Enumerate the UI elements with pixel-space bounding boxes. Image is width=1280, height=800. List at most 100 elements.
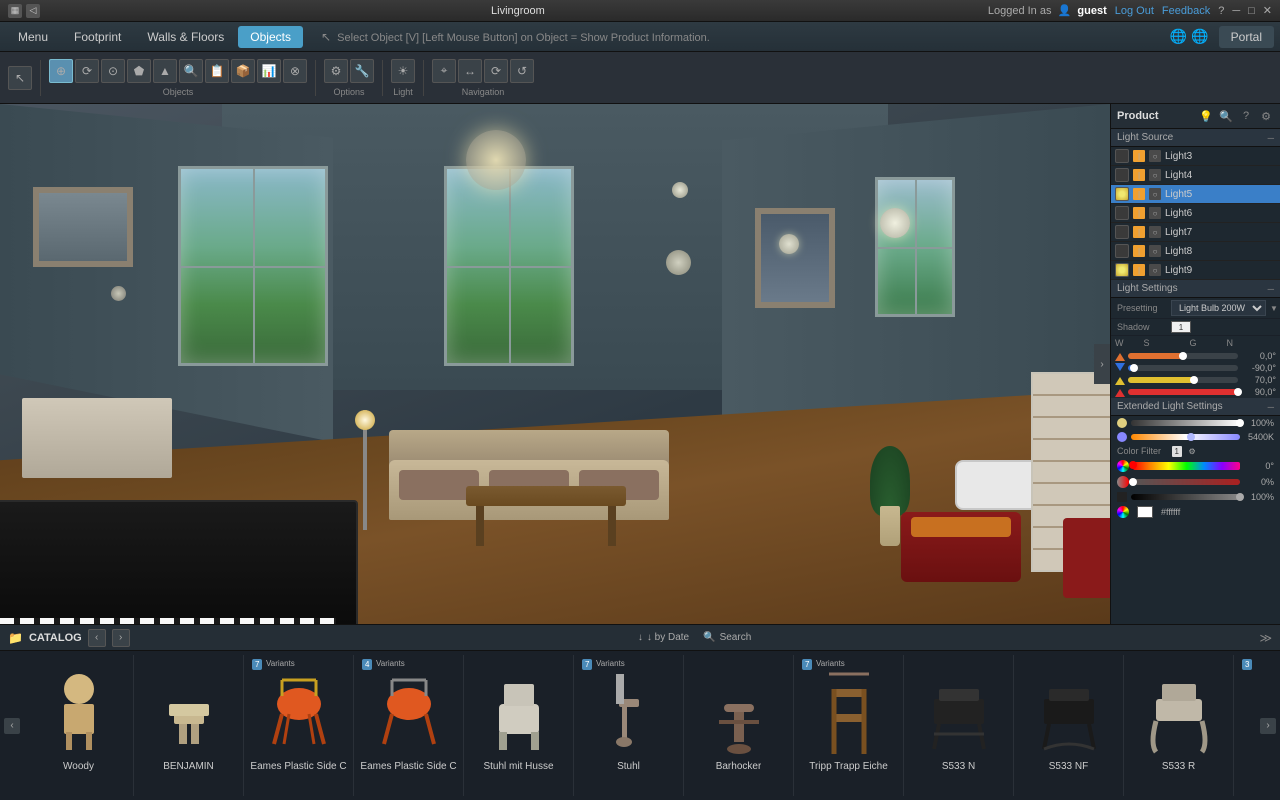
light-item-light4[interactable]: | ○ Light4 xyxy=(1111,166,1280,185)
catalog-item-s533n[interactable]: S533 N xyxy=(904,655,1014,796)
light-item-light6[interactable]: | ○ Light6 xyxy=(1111,204,1280,223)
snap-btn[interactable]: 📦 xyxy=(231,59,255,83)
presetting-select[interactable]: Light Bulb 200W xyxy=(1171,300,1266,316)
panel-icon-help[interactable]: ? xyxy=(1238,108,1254,124)
catalog-item-panton[interactable]: 3 Variants Panton Chair xyxy=(1234,655,1256,796)
light8-toggle[interactable]: | xyxy=(1133,245,1145,257)
sort-by-date-btn[interactable]: ↓ ↓ by Date xyxy=(638,632,689,643)
win-max[interactable]: □ xyxy=(1248,5,1255,17)
light-item-light3[interactable]: | ○ Light3 xyxy=(1111,147,1280,166)
stuhl-husse-preview xyxy=(474,659,564,759)
feedback-btn[interactable]: Feedback xyxy=(1162,5,1210,17)
light6-toggle[interactable]: | xyxy=(1133,207,1145,219)
scale-btn[interactable]: ⊙ xyxy=(101,59,125,83)
mirror-btn[interactable]: ⬟ xyxy=(127,59,151,83)
light-list: | ○ Light3 | ○ Light4 | ○ Light5 xyxy=(1111,147,1280,280)
catalog-item-barhocker[interactable]: Barhocker xyxy=(684,655,794,796)
objects-btn[interactable]: Objects xyxy=(238,26,303,48)
catalog-item-woody[interactable]: Woody xyxy=(24,655,134,796)
light7-toggle2[interactable]: ○ xyxy=(1149,226,1161,238)
portal-btn[interactable]: Portal xyxy=(1219,26,1274,48)
panel-icon-settings[interactable]: ⚙ xyxy=(1258,108,1274,124)
align-btn[interactable]: 📊 xyxy=(257,59,281,83)
catalog-item-eames-2[interactable]: 4 Variants Eames Plastic Side C xyxy=(354,655,464,796)
light6-toggle2[interactable]: ○ xyxy=(1149,207,1161,219)
catalog-scroll-right-btn[interactable]: › xyxy=(1260,718,1276,734)
options-btn-2[interactable]: 🔧 xyxy=(350,59,374,83)
win-close[interactable]: ✕ xyxy=(1263,4,1272,17)
toolbar-separator-4 xyxy=(423,60,424,96)
angle-row-3: 70,0° xyxy=(1111,374,1280,386)
light-btn[interactable]: ☀ xyxy=(391,59,415,83)
footprint-btn[interactable]: Footprint xyxy=(62,26,133,48)
catalog-scroll-left-btn[interactable]: ‹ xyxy=(4,718,20,734)
options-btn-1[interactable]: ⚙ xyxy=(324,59,348,83)
catalog-search-btn[interactable]: 🔍 Search xyxy=(703,632,751,643)
panel-collapse-arrow[interactable]: › xyxy=(1094,344,1110,384)
catalog-item-s533r[interactable]: S533 R xyxy=(1124,655,1234,796)
catalog-item-benjamin[interactable]: BENJAMIN xyxy=(134,655,244,796)
angle-s-label: S xyxy=(1144,338,1150,348)
light4-toggle[interactable]: | xyxy=(1133,169,1145,181)
walls-floors-btn[interactable]: Walls & Floors xyxy=(135,26,236,48)
help-btn[interactable]: ? xyxy=(1218,5,1224,17)
ext-light-collapse[interactable]: ─ xyxy=(1268,402,1274,412)
catalog-item-tripp-trapp[interactable]: 7 Variants Tripp Trapp Eiche xyxy=(794,655,904,796)
light3-toggle[interactable]: | xyxy=(1133,150,1145,162)
light5-toggle2[interactable]: ○ xyxy=(1149,188,1161,200)
globe-icon-1[interactable]: 🌐 xyxy=(1170,28,1187,45)
logout-btn[interactable]: Log Out xyxy=(1115,5,1154,17)
artwork-2 xyxy=(755,208,835,308)
delete-btn[interactable]: ⊗ xyxy=(283,59,307,83)
saturation-slider[interactable] xyxy=(1133,479,1240,485)
light5-toggle[interactable]: | xyxy=(1133,188,1145,200)
light-item-light7[interactable]: | ○ Light7 xyxy=(1111,223,1280,242)
angle-slider-4[interactable] xyxy=(1128,389,1238,395)
light-source-collapse[interactable]: ─ xyxy=(1268,133,1274,143)
3d-viewport[interactable]: › xyxy=(0,104,1110,624)
catalog-item-s533nf[interactable]: S533 NF xyxy=(1014,655,1124,796)
catalog-item-stuhl-husse[interactable]: Stuhl mit Husse xyxy=(464,655,574,796)
angle-slider-2[interactable] xyxy=(1128,365,1238,371)
light-item-light8[interactable]: | ○ Light8 xyxy=(1111,242,1280,261)
catalog-expand-btn[interactable]: ≫ xyxy=(1259,631,1272,645)
move-btn[interactable]: ⊕ xyxy=(49,59,73,83)
panel-icon-search[interactable]: 🔍 xyxy=(1218,108,1234,124)
angle-slider-3[interactable] xyxy=(1128,377,1238,383)
angle-slider-1[interactable] xyxy=(1128,353,1238,359)
black-slider[interactable] xyxy=(1131,494,1240,500)
light3-toggle2[interactable]: ○ xyxy=(1149,150,1161,162)
product-tab[interactable]: Product xyxy=(1117,110,1194,122)
light9-toggle[interactable]: | xyxy=(1133,264,1145,276)
chandelier-body xyxy=(466,130,526,190)
nav-btn-3[interactable]: ⟳ xyxy=(484,59,508,83)
panel-icon-light[interactable]: 💡 xyxy=(1198,108,1214,124)
light-item-light5[interactable]: | ○ Light5 xyxy=(1111,185,1280,204)
globe-icon-2[interactable]: 🌐 xyxy=(1191,28,1208,45)
win-min[interactable]: ─ xyxy=(1232,5,1240,17)
nav-btn-2[interactable]: ↔ xyxy=(458,59,482,83)
shadow-value[interactable]: 1 xyxy=(1171,321,1191,333)
light8-toggle2[interactable]: ○ xyxy=(1149,245,1161,257)
catalog-nav-next[interactable]: › xyxy=(112,629,130,647)
grid-btn[interactable]: 📋 xyxy=(205,59,229,83)
nav-btn-1[interactable]: ⌖ xyxy=(432,59,456,83)
nav-btn-4[interactable]: ↺ xyxy=(510,59,534,83)
lamp-head xyxy=(355,410,375,430)
copy-btn[interactable]: ▲ xyxy=(153,59,177,83)
light4-toggle2[interactable]: ○ xyxy=(1149,169,1161,181)
catalog-item-eames-1[interactable]: 7 Variants E xyxy=(244,655,354,796)
rotate-btn[interactable]: ⟳ xyxy=(75,59,99,83)
light-settings-collapse[interactable]: ─ xyxy=(1268,284,1274,294)
catalog-item-stuhl[interactable]: 7 Variants Stuhl xyxy=(574,655,684,796)
catalog-nav-prev[interactable]: ‹ xyxy=(88,629,106,647)
add-btn[interactable]: 🔍 xyxy=(179,59,203,83)
menu-btn[interactable]: Menu xyxy=(6,26,60,48)
light7-toggle[interactable]: | xyxy=(1133,226,1145,238)
nav-group-label: Navigation xyxy=(462,87,505,97)
temperature-slider[interactable] xyxy=(1131,434,1240,440)
brightness-slider[interactable] xyxy=(1131,420,1240,426)
light9-toggle2[interactable]: ○ xyxy=(1149,264,1161,276)
cursor-tool-btn[interactable]: ↖ xyxy=(8,66,32,90)
light-item-light9[interactable]: | ○ Light9 xyxy=(1111,261,1280,280)
